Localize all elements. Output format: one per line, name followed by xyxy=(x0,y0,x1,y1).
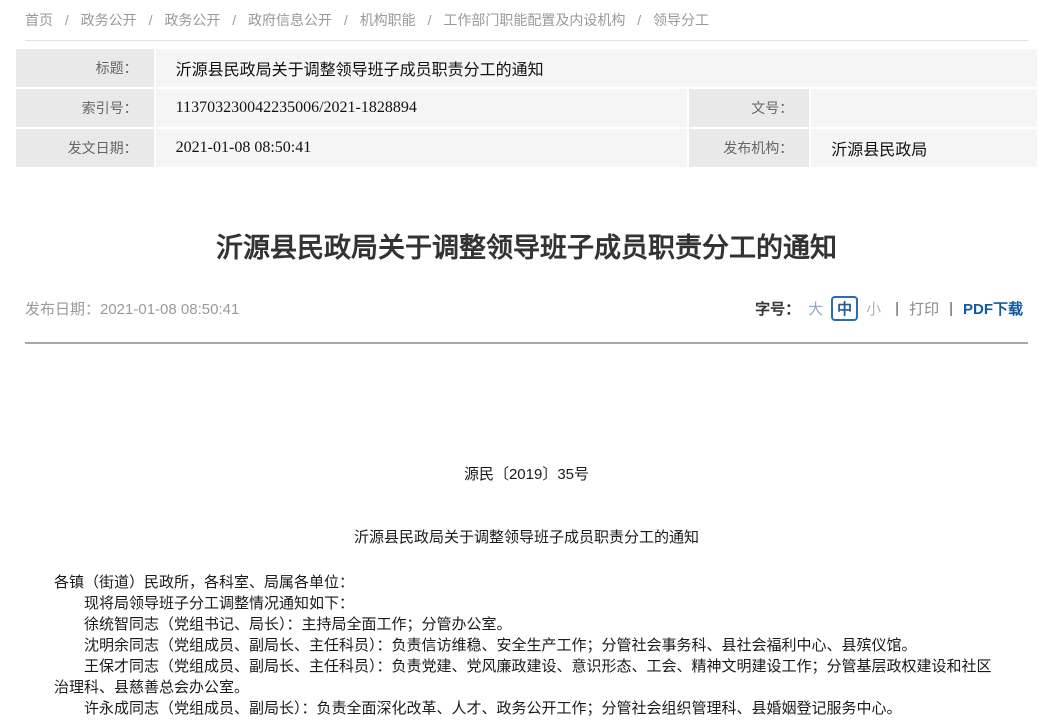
title-value: 沂源县民政局关于调整领导班子成员职责分工的通知 xyxy=(156,49,1037,87)
publish-date: 发布日期：2021-01-08 08:50:41 xyxy=(25,298,239,319)
breadcrumb-item-zhengwu-2[interactable]: 政务公开 xyxy=(164,12,220,28)
agency-value: 沂源县民政局 xyxy=(811,129,1037,167)
issue-date-label: 发文日期： xyxy=(16,129,154,167)
breadcrumb-item-dept-config[interactable]: 工作部门职能配置及内设机构 xyxy=(443,12,625,28)
doc-number-label: 文号： xyxy=(689,89,809,127)
breadcrumb-item-info-disclosure[interactable]: 政府信息公开 xyxy=(248,12,332,28)
paragraph-wang-baocai: 王保才同志（党组成员、副局长、主任科员）：负责党建、党风廉政建设、意识形态、工会… xyxy=(54,656,999,698)
font-size-label: 字号： xyxy=(755,298,800,319)
breadcrumb-separator: / xyxy=(65,12,69,28)
article-meta-row: 发布日期：2021-01-08 08:50:41 字号： 大 中 小 | 打印 … xyxy=(0,293,1053,323)
paragraph-intro: 现将局领导班子分工调整情况通知如下： xyxy=(54,593,999,614)
paragraph-salutation: 各镇（街道）民政所，各科室、局属各单位： xyxy=(54,572,999,593)
table-row: 索引号： 113703230042235006/2021-1828894 文号： xyxy=(16,89,1037,127)
breadcrumb-item-zhengwu-1[interactable]: 政务公开 xyxy=(81,12,137,28)
document-content: 源民〔2019〕35号 沂源县民政局关于调整领导班子成员职责分工的通知 各镇（街… xyxy=(0,464,1053,719)
breadcrumb-separator: / xyxy=(637,12,641,28)
breadcrumb-item-home[interactable]: 首页 xyxy=(25,12,53,28)
table-row: 发文日期： 2021-01-08 08:50:41 发布机构： 沂源县民政局 xyxy=(16,129,1037,167)
font-size-large-button[interactable]: 大 xyxy=(808,298,823,319)
breadcrumb-separator: / xyxy=(149,12,153,28)
breadcrumb-separator: / xyxy=(428,12,432,28)
document-meta-table: 标题： 沂源县民政局关于调整领导班子成员职责分工的通知 索引号： 1137032… xyxy=(14,47,1039,169)
paragraph-xu-tongzhi: 徐统智同志（党组书记、局长）：主持局全面工作；分管办公室。 xyxy=(54,614,999,635)
title-label: 标题： xyxy=(16,49,154,87)
breadcrumb-separator: / xyxy=(344,12,348,28)
index-number-value: 113703230042235006/2021-1828894 xyxy=(156,89,688,127)
breadcrumb-item-leadership[interactable]: 领导分工 xyxy=(653,12,709,28)
font-size-medium-button[interactable]: 中 xyxy=(831,296,858,321)
tools-divider: | xyxy=(949,300,953,317)
breadcrumb-separator: / xyxy=(232,12,236,28)
doc-number-value xyxy=(811,89,1037,127)
document-title: 沂源县民政局关于调整领导班子成员职责分工的通知 xyxy=(54,527,999,548)
article-tools: 字号： 大 中 小 | 打印 | PDF下载 xyxy=(755,296,1023,321)
font-size-small-button[interactable]: 小 xyxy=(866,298,881,319)
print-button[interactable]: 打印 xyxy=(909,298,939,319)
pdf-download-button[interactable]: PDF下载 xyxy=(963,298,1023,319)
tools-divider: | xyxy=(895,300,899,317)
document-reference-number: 源民〔2019〕35号 xyxy=(54,464,999,485)
breadcrumb-divider xyxy=(25,40,1028,41)
table-row: 标题： 沂源县民政局关于调整领导班子成员职责分工的通知 xyxy=(16,49,1037,87)
issue-date-value: 2021-01-08 08:50:41 xyxy=(156,129,688,167)
breadcrumb: 首页 / 政务公开 / 政务公开 / 政府信息公开 / 机构职能 / 工作部门职… xyxy=(0,0,1053,30)
paragraph-shen-mingyu: 沈明余同志（党组成员、副局长、主任科员）：负责信访维稳、安全生产工作；分管社会事… xyxy=(54,635,999,656)
document-paragraphs: 各镇（街道）民政所，各科室、局属各单位： 现将局领导班子分工调整情况通知如下： … xyxy=(54,572,999,719)
content-divider xyxy=(25,342,1028,344)
breadcrumb-item-functions[interactable]: 机构职能 xyxy=(360,12,416,28)
index-number-label: 索引号： xyxy=(16,89,154,127)
agency-label: 发布机构： xyxy=(689,129,809,167)
page-title: 沂源县民政局关于调整领导班子成员职责分工的通知 xyxy=(30,231,1023,265)
paragraph-xu-yongcheng: 许永成同志（党组成员、副局长）：负责全面深化改革、人才、政务公开工作；分管社会组… xyxy=(54,698,999,719)
